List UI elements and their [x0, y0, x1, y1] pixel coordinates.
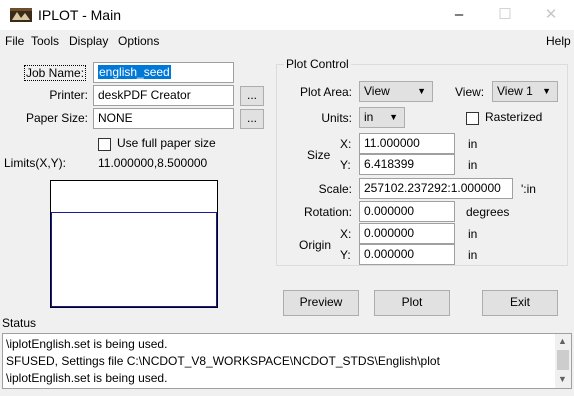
origin-x-unit: in [468, 227, 478, 241]
chevron-down-icon: ▼ [542, 86, 551, 96]
rotation-field[interactable]: 0.000000 [359, 201, 455, 222]
chevron-down-icon: ▼ [389, 112, 398, 122]
rasterized-checkbox[interactable] [466, 112, 479, 125]
use-full-paper-checkbox[interactable] [98, 138, 111, 151]
size-y-unit: in [468, 158, 478, 172]
menu-help[interactable]: Help [546, 34, 571, 48]
units-dropdown[interactable]: in ▼ [359, 107, 405, 128]
scrollbar-thumb[interactable] [557, 350, 569, 370]
job-name-field[interactable]: english_seed [93, 62, 234, 83]
job-name-label: Job Name: [24, 65, 87, 81]
menu-file[interactable]: File [5, 34, 24, 48]
plot-preview-area [50, 180, 218, 308]
origin-label: Origin [299, 238, 332, 252]
scroll-up-icon[interactable]: ▲ [558, 336, 567, 346]
size-x-field[interactable]: 11.000000 [359, 133, 455, 154]
menu-options[interactable]: Options [118, 34, 159, 48]
plot-preview-page [51, 212, 217, 307]
menu-tools[interactable]: Tools [31, 34, 59, 48]
size-label: Size [307, 148, 331, 162]
scroll-down-icon[interactable]: ▼ [558, 374, 567, 384]
status-scrollbar[interactable]: ▲ ▼ [555, 334, 571, 388]
origin-y-unit: in [468, 248, 478, 262]
limits-label: Limits(X,Y): [4, 156, 67, 170]
maximize-button[interactable]: ☐ [482, 0, 528, 30]
size-y-label: Y: [340, 158, 351, 172]
scale-unit: ':in [521, 182, 536, 196]
paper-size-field[interactable]: NONE [93, 108, 234, 129]
iplot-app-icon [10, 8, 32, 22]
plot-control-title: Plot Control [284, 57, 351, 71]
job-name-value: english_seed [98, 65, 171, 79]
status-line: SFUSED, Settings file C:\NCDOT_V8_WORKSP… [6, 354, 440, 368]
plot-area-value: View [364, 84, 390, 98]
rotation-label: Rotation: [303, 205, 352, 219]
paper-size-browse-button[interactable]: ... [240, 109, 264, 129]
close-button[interactable]: ✕ [528, 0, 574, 30]
chevron-down-icon: ▼ [417, 86, 426, 96]
printer-browse-button[interactable]: ... [240, 86, 264, 106]
exit-button[interactable]: Exit [482, 290, 558, 316]
size-x-unit: in [468, 137, 478, 151]
printer-label: Printer: [49, 88, 88, 102]
printer-field[interactable]: deskPDF Creator [93, 85, 234, 106]
size-x-label: X: [340, 137, 352, 151]
window-title: IPLOT - Main [38, 7, 121, 23]
units-label: Units: [321, 111, 352, 125]
menu-bar: File Tools Display Options Help [0, 30, 574, 52]
origin-x-label: X: [340, 227, 352, 241]
rotation-unit: degrees [466, 205, 510, 219]
status-line: \iplotEnglish.set is being used. [6, 371, 168, 385]
scale-label: Scale: [318, 182, 352, 196]
plot-button[interactable]: Plot [374, 290, 450, 316]
use-full-paper-label: Use full paper size [117, 136, 216, 150]
view-value: View 1 [497, 84, 533, 98]
status-label: Status [2, 316, 37, 330]
origin-y-label: Y: [340, 248, 351, 262]
rasterized-label: Rasterized [485, 110, 543, 124]
status-log[interactable]: \iplotEnglish.set is being used. SFUSED,… [2, 333, 572, 389]
plot-area-dropdown[interactable]: View ▼ [359, 81, 433, 102]
origin-x-field[interactable]: 0.000000 [359, 223, 455, 244]
view-label: View: [455, 85, 485, 99]
paper-size-label: Paper Size: [25, 111, 88, 125]
limits-value: 11.000000,8.500000 [98, 156, 208, 170]
minimize-button[interactable]: – [436, 0, 482, 30]
view-dropdown[interactable]: View 1 ▼ [492, 81, 558, 102]
menu-display[interactable]: Display [69, 34, 108, 48]
preview-button[interactable]: Preview [283, 290, 359, 316]
plot-area-label: Plot Area: [299, 85, 352, 99]
title-bar[interactable]: IPLOT - Main – ☐ ✕ [0, 0, 574, 30]
size-y-field[interactable]: 6.418399 [359, 154, 455, 175]
status-line: \iplotEnglish.set is being used. [6, 337, 168, 351]
units-value: in [364, 110, 374, 124]
scale-field[interactable]: 257102.237292:1.000000 [359, 178, 513, 199]
origin-y-field[interactable]: 0.000000 [359, 244, 455, 265]
